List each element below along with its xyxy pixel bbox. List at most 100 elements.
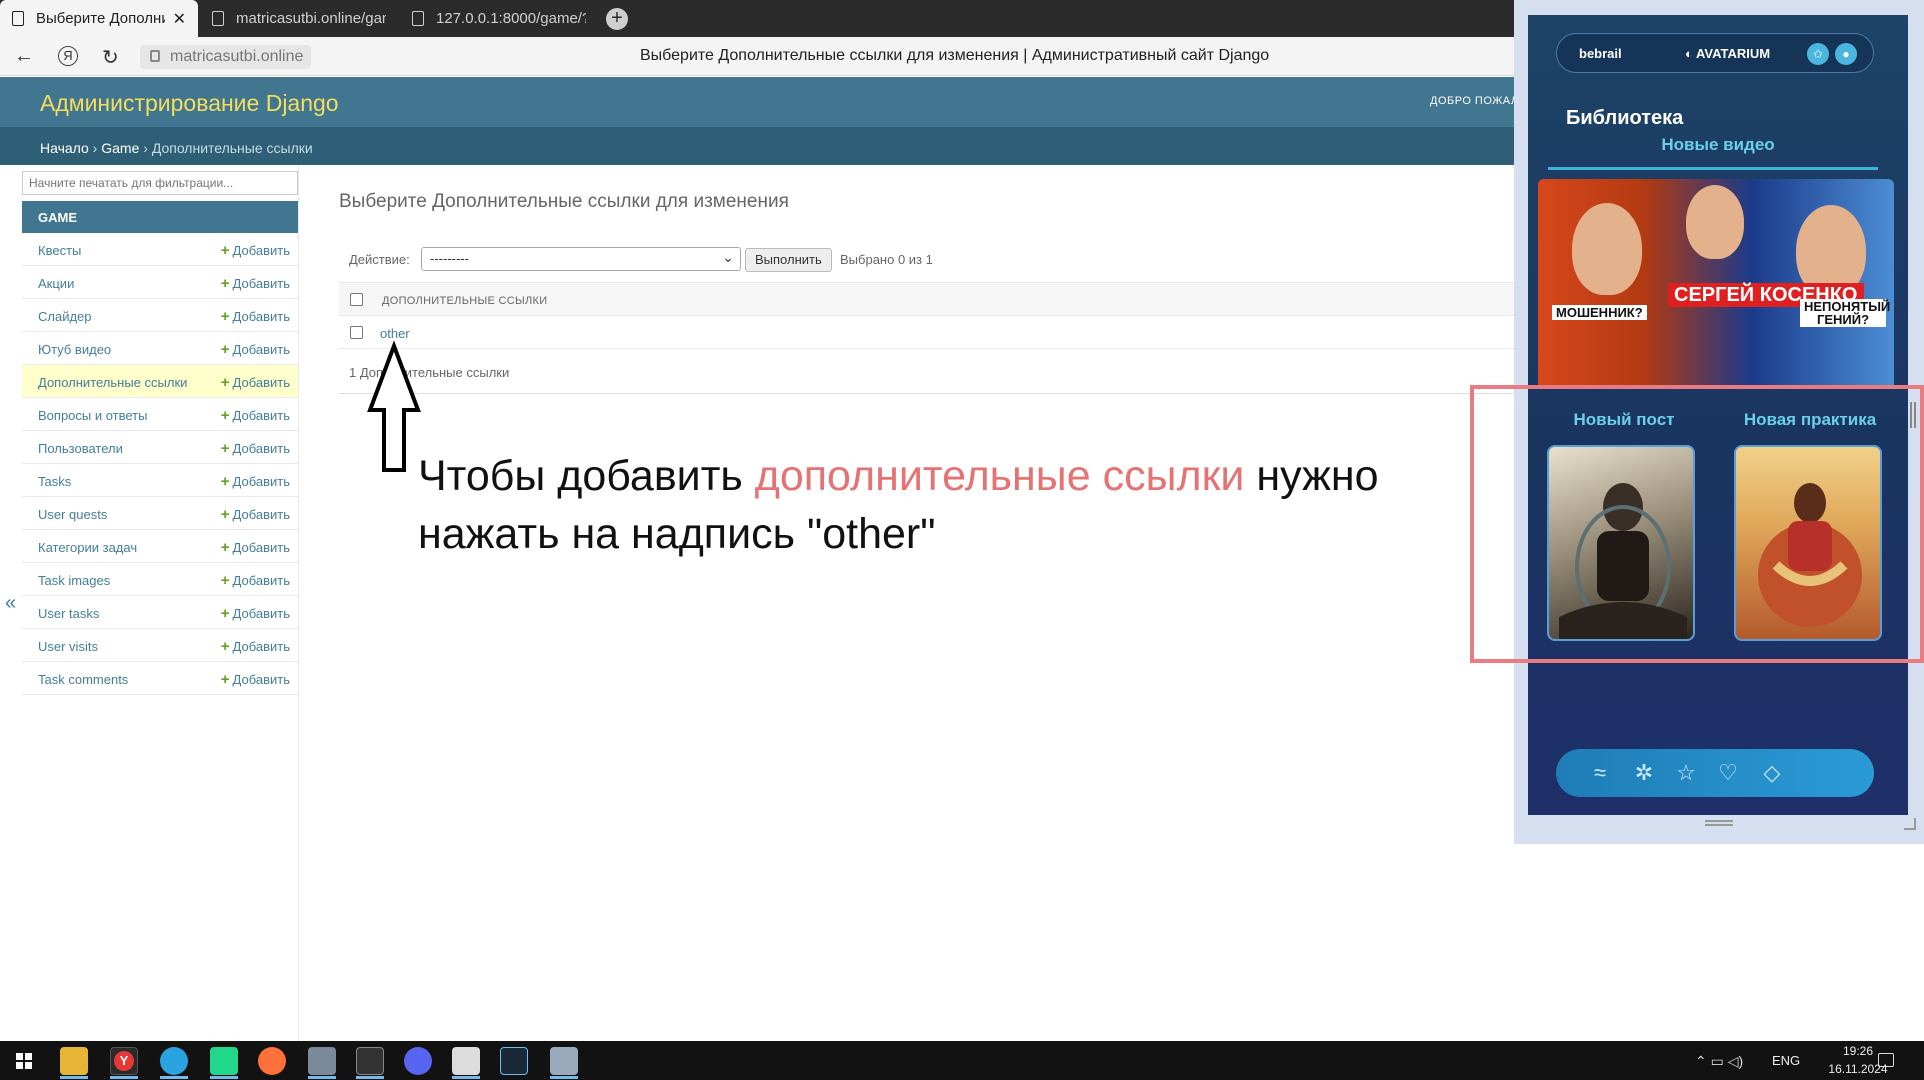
pycharm-icon[interactable] xyxy=(210,1047,238,1075)
breadcrumb-home-link[interactable]: Начало xyxy=(40,140,89,156)
site-name-link[interactable]: Администрирование Django xyxy=(40,90,339,117)
add-model-link[interactable]: + Добавить xyxy=(221,572,290,589)
yandex-icon[interactable]: Я xyxy=(58,46,78,66)
app-caption-game[interactable]: GAME xyxy=(22,201,298,233)
panel-drag-handle[interactable] xyxy=(1705,820,1733,826)
add-model-link[interactable]: + Добавить xyxy=(221,341,290,358)
add-label: Добавить xyxy=(232,375,290,390)
main-content: Выберите Дополнительные ссылки для измен… xyxy=(339,165,1514,1041)
add-model-link[interactable]: + Добавить xyxy=(221,671,290,688)
plus-icon: + xyxy=(220,242,230,259)
row-checkbox[interactable] xyxy=(350,326,363,339)
new-videos-title[interactable]: Новые видео xyxy=(1528,135,1908,155)
steam-icon[interactable] xyxy=(500,1047,528,1075)
action-select[interactable]: --------- ⌄ xyxy=(421,247,741,271)
sidebar-model-link[interactable]: User visits xyxy=(38,639,98,654)
sidebar-model-link[interactable]: Ютуб видео xyxy=(38,342,111,357)
telegram-icon[interactable] xyxy=(160,1047,188,1075)
plus-icon: + xyxy=(220,407,230,424)
vpn-icon[interactable] xyxy=(308,1047,336,1075)
add-model-link[interactable]: + Добавить xyxy=(221,308,290,325)
result-link-other[interactable]: other xyxy=(380,326,410,341)
sidebar-model-link[interactable]: Категории задач xyxy=(38,540,137,555)
add-label: Добавить xyxy=(232,540,290,555)
sidebar-model-row: User tasks + Добавить xyxy=(22,596,298,629)
profile-icon[interactable]: ● xyxy=(1835,43,1857,65)
username-label[interactable]: bebrail xyxy=(1579,46,1622,61)
language-indicator[interactable]: ENG xyxy=(1772,1053,1800,1068)
plus-icon: + xyxy=(220,671,230,688)
page-icon xyxy=(412,11,424,26)
network-icon[interactable]: ✲ xyxy=(1630,759,1658,787)
column-header[interactable]: ДОПОЛНИТЕЛЬНЫЕ ССЫЛКИ xyxy=(382,295,547,307)
sidebar-model-link[interactable]: Task comments xyxy=(38,672,128,687)
add-label: Добавить xyxy=(232,441,290,456)
new-tab-button[interactable]: + xyxy=(606,8,628,30)
close-tab-icon[interactable]: ✕ xyxy=(165,9,186,29)
sidebar-model-row: Tasks + Добавить xyxy=(22,464,298,497)
sidebar-filter-input[interactable] xyxy=(22,171,298,195)
paint-icon[interactable] xyxy=(550,1047,578,1075)
heart-icon[interactable]: ♡ xyxy=(1714,759,1742,787)
windows-start-icon[interactable] xyxy=(16,1053,32,1069)
add-model-link[interactable]: + Добавить xyxy=(221,407,290,424)
sidebar-model-link[interactable]: User quests xyxy=(38,507,107,522)
running-indicator xyxy=(308,1076,336,1079)
paginator: 1 Дополнительные ссылки xyxy=(339,349,1514,394)
sidebar-collapse-toggle[interactable]: « xyxy=(5,592,16,615)
notifications-icon[interactable] xyxy=(1878,1053,1894,1067)
add-label: Добавить xyxy=(232,507,290,522)
add-model-link[interactable]: + Добавить xyxy=(221,275,290,292)
add-model-link[interactable]: + Добавить xyxy=(221,374,290,391)
system-tray[interactable]: ⌃ ▭ ◁) xyxy=(1695,1053,1743,1070)
discord-icon[interactable] xyxy=(404,1047,432,1075)
terminal-icon[interactable] xyxy=(356,1047,384,1075)
browser-tab[interactable]: 127.0.0.1:8000/game/?user xyxy=(400,0,598,37)
breadcrumb-separator: › xyxy=(139,140,152,156)
star-badge-icon[interactable]: ✩ xyxy=(1807,43,1829,65)
firefox-icon[interactable] xyxy=(258,1047,286,1075)
add-model-link[interactable]: + Добавить xyxy=(221,539,290,556)
file-explorer-icon[interactable] xyxy=(60,1047,88,1075)
up-arrow-annotation xyxy=(367,340,421,472)
sidebar-model-link[interactable]: Task images xyxy=(38,573,110,588)
add-model-link[interactable]: + Добавить xyxy=(221,605,290,622)
running-indicator xyxy=(210,1076,238,1079)
tab-label: 127.0.0.1:8000/game/?user xyxy=(436,10,586,27)
breadcrumb-app-link[interactable]: Game xyxy=(101,140,139,156)
sidebar-model-link[interactable]: Пользователи xyxy=(38,441,123,456)
sidebar-model-link[interactable]: Вопросы и ответы xyxy=(38,408,147,423)
browser-tab-active[interactable]: Выберите Дополнительные ссылки для измен… xyxy=(0,0,198,37)
add-model-link[interactable]: + Добавить xyxy=(221,506,290,523)
plus-icon: + xyxy=(220,638,230,655)
yandex-browser-icon[interactable]: Y xyxy=(110,1047,138,1075)
add-model-link[interactable]: + Добавить xyxy=(221,473,290,490)
video-caption-right: НЕПОНЯТЫЙ ГЕНИЙ? xyxy=(1800,299,1890,327)
sidebar-model-link[interactable]: Акции xyxy=(38,276,74,291)
sidebar-model-link[interactable]: Квесты xyxy=(38,243,81,258)
browser-tab[interactable]: matricasutbi.online/game/ xyxy=(200,0,398,37)
add-model-link[interactable]: + Добавить xyxy=(221,440,290,457)
chevron-nav-icon[interactable]: ≈ xyxy=(1586,759,1614,787)
panel-resize-grip[interactable] xyxy=(1904,818,1916,830)
run-action-button[interactable]: Выполнить xyxy=(745,248,832,272)
url-field[interactable]: matricasutbi.online xyxy=(140,45,312,69)
sidebar-model-row: Дополнительные ссылки + Добавить xyxy=(22,365,298,398)
sidebar-model-row: User visits + Добавить xyxy=(22,629,298,662)
diamond-icon[interactable]: ◇ xyxy=(1758,759,1786,787)
sidebar-model-link[interactable]: User tasks xyxy=(38,606,99,621)
video-thumbnail[interactable]: СЕРГЕЙ КОСЕНКО МОШЕННИК? НЕПОНЯТЫЙ ГЕНИЙ… xyxy=(1538,179,1894,389)
reload-icon[interactable]: ↻ xyxy=(102,45,119,70)
results-table: ДОПОЛНИТЕЛЬНЫЕ ССЫЛКИ other 1 Дополнител… xyxy=(339,282,1514,394)
sidebar-model-link[interactable]: Tasks xyxy=(38,474,71,489)
add-label: Добавить xyxy=(232,573,290,588)
select-all-checkbox[interactable] xyxy=(350,293,363,306)
add-model-link[interactable]: + Добавить xyxy=(221,242,290,259)
back-arrow-icon[interactable]: ← xyxy=(14,45,34,68)
notepad-icon[interactable] xyxy=(452,1047,480,1075)
star-icon[interactable]: ☆ xyxy=(1672,759,1700,787)
app-top-bar: bebrail ◐ AVATARIUM ✩ ● xyxy=(1556,33,1874,73)
sidebar-model-link[interactable]: Дополнительные ссылки xyxy=(38,375,187,390)
sidebar-model-link[interactable]: Слайдер xyxy=(38,309,92,324)
add-model-link[interactable]: + Добавить xyxy=(221,638,290,655)
